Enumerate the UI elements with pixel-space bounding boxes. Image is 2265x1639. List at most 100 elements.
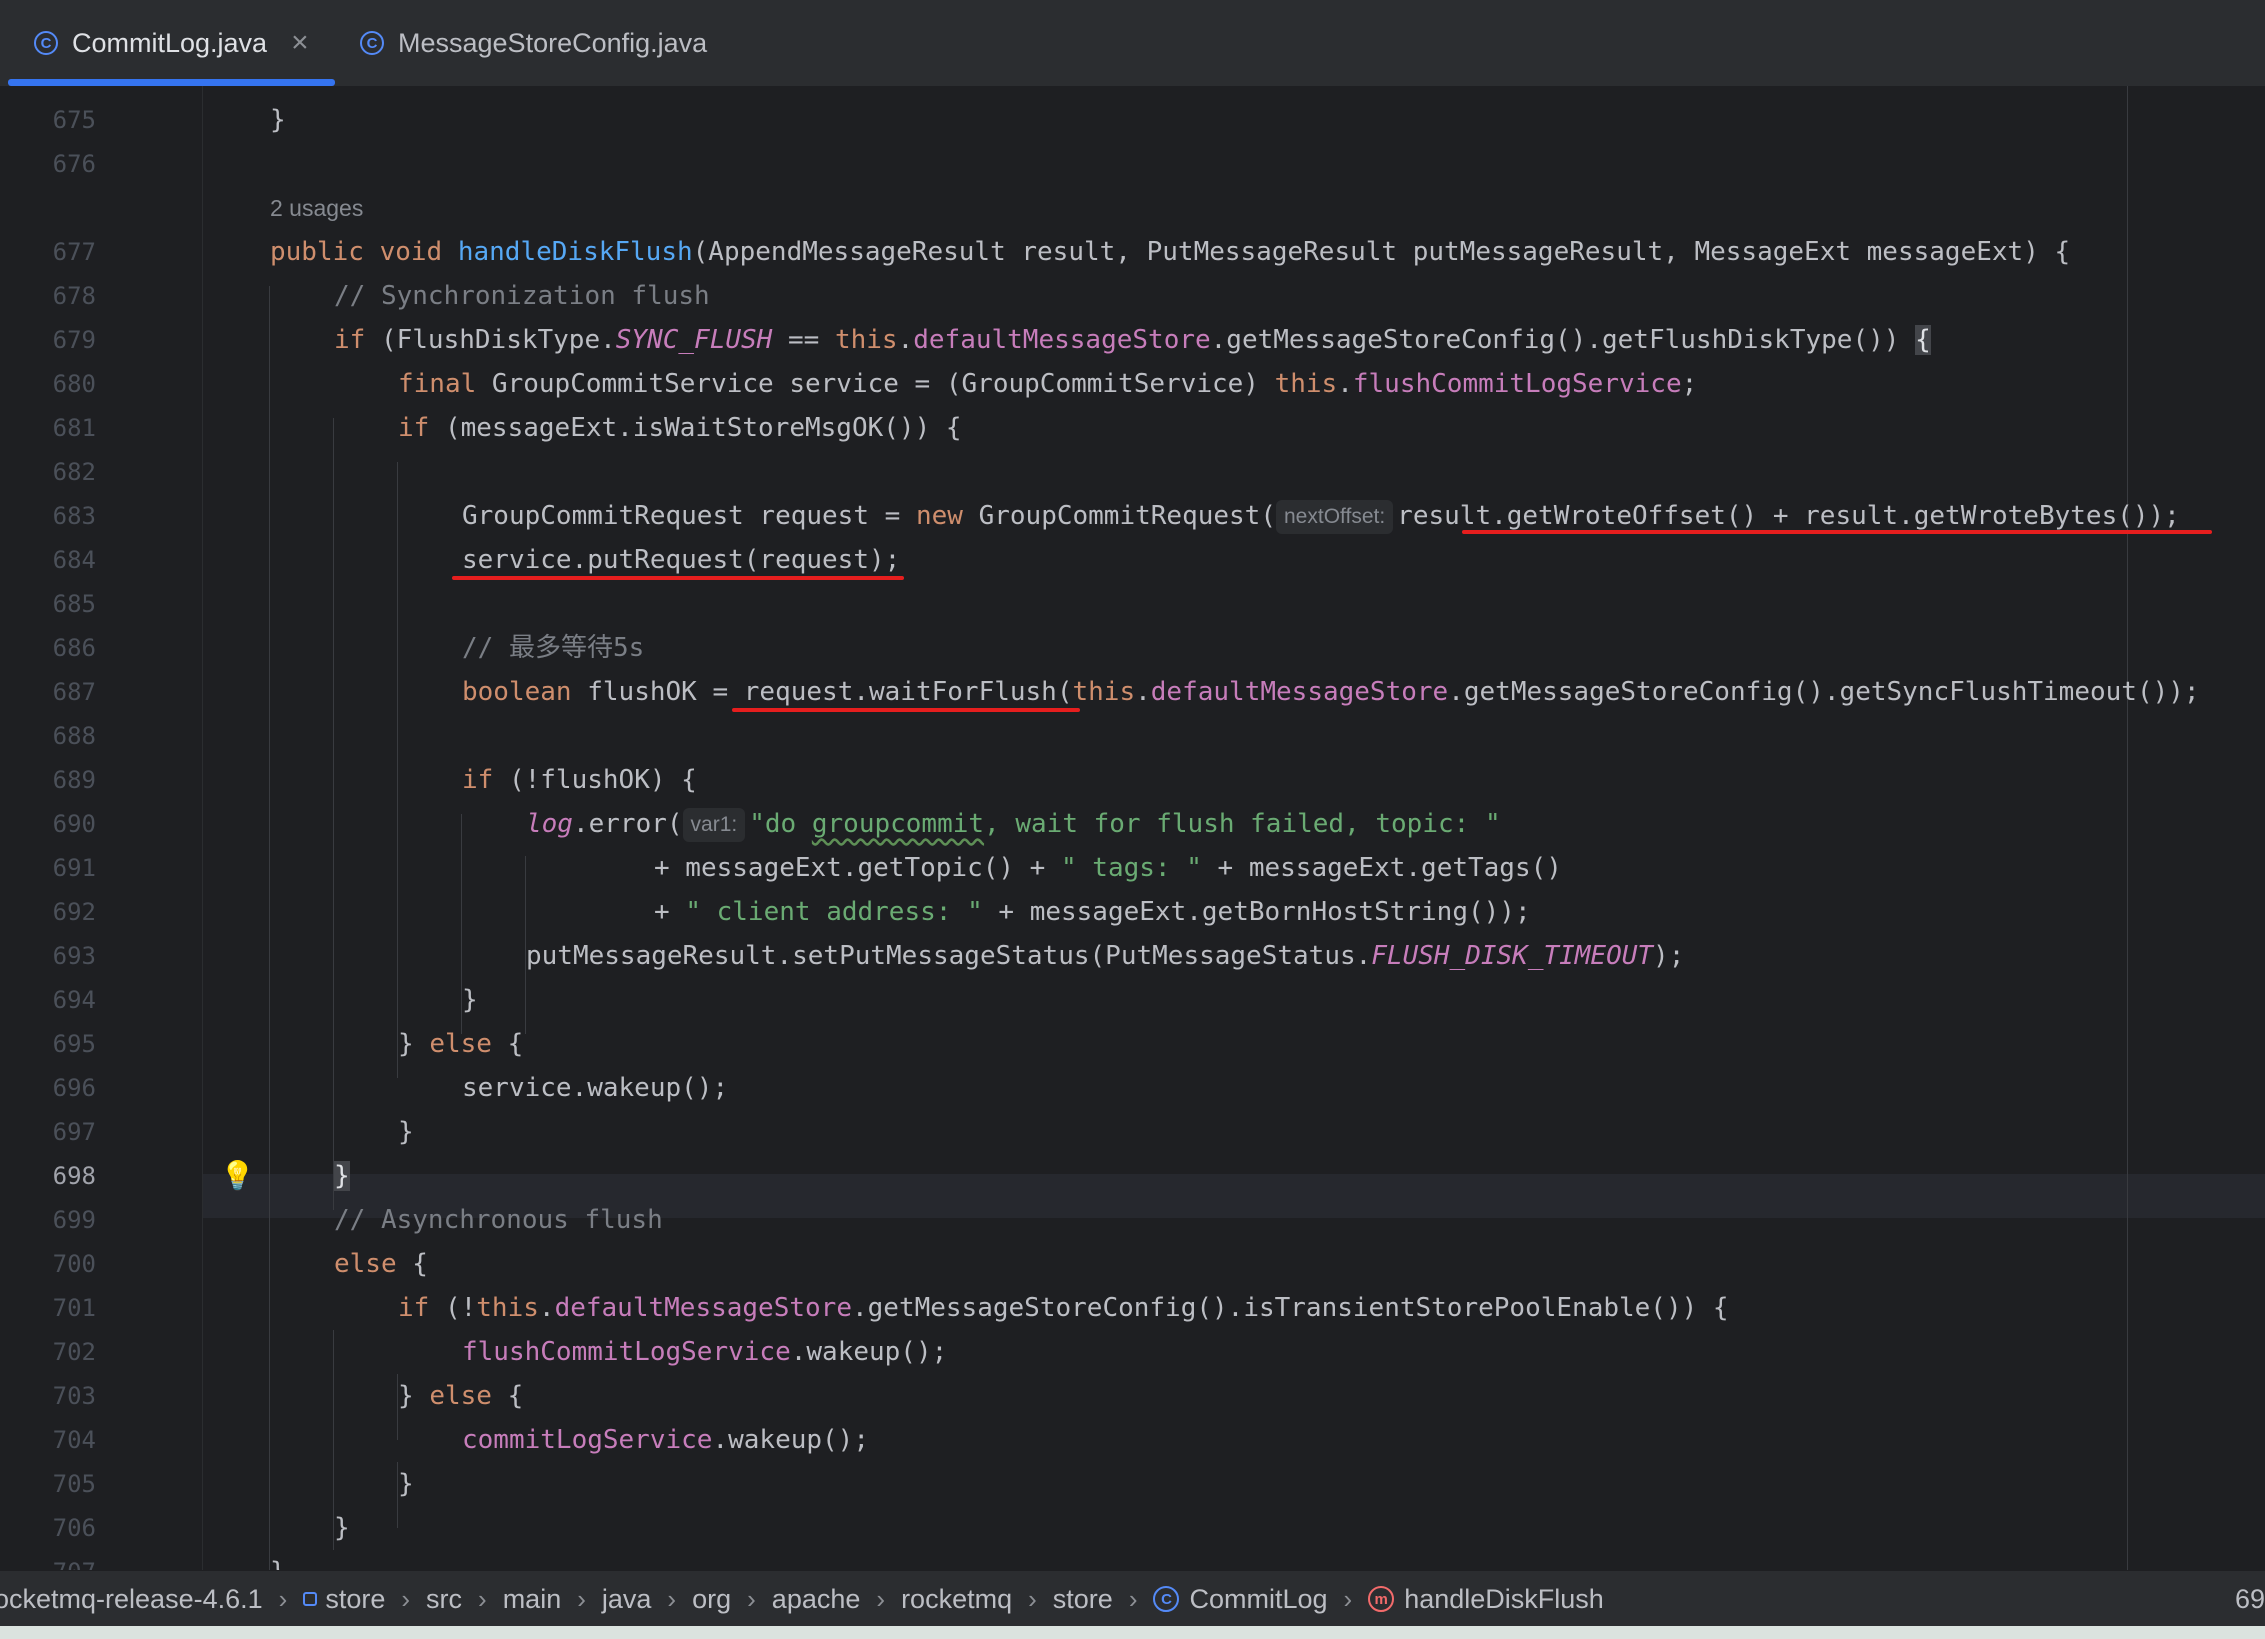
indent-guide xyxy=(397,462,398,1078)
chevron-right-icon: › xyxy=(278,1583,288,1614)
line-number: 694 xyxy=(52,986,96,1014)
line-number: 703 xyxy=(52,1382,96,1410)
chevron-right-icon: › xyxy=(478,1583,487,1614)
line-number: 678 xyxy=(52,282,96,310)
line-number: 687 xyxy=(52,678,96,706)
line-number: 681 xyxy=(52,414,96,442)
method-icon: m xyxy=(1368,1586,1395,1612)
code-line-689[interactable]: if (!flushOK) { xyxy=(462,758,697,802)
breadcrumb-org[interactable]: org xyxy=(692,1584,731,1615)
line-number: 690 xyxy=(52,810,96,838)
line-number-current: 698 xyxy=(52,1162,96,1190)
code-line-703[interactable]: } else { xyxy=(398,1374,523,1418)
line-number: 684 xyxy=(52,546,96,574)
line-number: 699 xyxy=(52,1206,96,1234)
code-line-687[interactable]: boolean flushOK = request.waitForFlush(t… xyxy=(462,670,2200,714)
line-number: 691 xyxy=(52,854,96,882)
breadcrumb-apache[interactable]: apache xyxy=(772,1584,861,1615)
indent-guide xyxy=(333,418,334,1210)
code-line-678[interactable]: // Synchronization flush xyxy=(334,274,710,318)
code-line-681[interactable]: if (messageExt.isWaitStoreMsgOK()) { xyxy=(398,406,962,450)
line-number: 679 xyxy=(52,326,96,354)
code-line-697[interactable]: } xyxy=(398,1110,414,1154)
line-number: 688 xyxy=(52,722,96,750)
code-line-679[interactable]: if (FlushDiskType.SYNC_FLUSH == this.def… xyxy=(334,318,1931,362)
code-line-686[interactable]: // 最多等待5s xyxy=(462,626,644,670)
breadcrumb-module-store[interactable]: store xyxy=(303,1584,385,1615)
parameter-hint: nextOffset: xyxy=(1276,500,1394,534)
line-number: 675 xyxy=(52,106,96,134)
class-icon: C xyxy=(1153,1586,1180,1612)
code-line-694[interactable]: } xyxy=(462,978,478,1022)
code-line-693[interactable]: putMessageResult.setPutMessageStatus(Put… xyxy=(526,934,1684,978)
line-number: 707 xyxy=(0,1550,96,1570)
line-number: 682 xyxy=(52,458,96,486)
code-line-705[interactable]: } xyxy=(398,1462,414,1506)
chevron-right-icon: › xyxy=(1028,1583,1037,1614)
breadcrumb-commitlog[interactable]: C CommitLog xyxy=(1153,1584,1328,1615)
caret-position[interactable]: 69 xyxy=(2235,1571,2265,1627)
line-number: 685 xyxy=(52,590,96,618)
code-line-691[interactable]: + messageExt.getTopic() + " tags: " + me… xyxy=(654,846,1562,890)
breadcrumb-src[interactable]: src xyxy=(426,1584,462,1615)
line-number: 702 xyxy=(52,1338,96,1366)
code-line-680[interactable]: final GroupCommitService service = (Grou… xyxy=(398,362,1697,406)
annotation-underline xyxy=(452,576,904,580)
line-number: 705 xyxy=(52,1470,96,1498)
breadcrumb-main[interactable]: main xyxy=(503,1584,562,1615)
breadcrumb-rocketmq[interactable]: rocketmq xyxy=(901,1584,1012,1615)
line-number: 693 xyxy=(52,942,96,970)
code-editor[interactable]: 675 676 677 678 679 680 681 682 683 684 … xyxy=(0,86,2265,1570)
class-icon: C xyxy=(360,31,384,55)
chevron-right-icon: › xyxy=(1343,1583,1353,1614)
code-line-675[interactable]: } xyxy=(270,98,286,142)
line-number: 704 xyxy=(52,1426,96,1454)
editor-tab-bar: C CommitLog.java × C MessageStoreConfig.… xyxy=(0,0,2265,88)
code-line-698[interactable]: } xyxy=(334,1154,350,1198)
tab-label: MessageStoreConfig.java xyxy=(398,27,708,58)
lightbulb-icon[interactable]: 💡 xyxy=(220,1158,255,1194)
line-number: 677 xyxy=(52,238,96,266)
code-line-690[interactable]: log.error(var1: "do groupcommit, wait for… xyxy=(526,802,1501,846)
line-number: 692 xyxy=(52,898,96,926)
line-number: 686 xyxy=(52,634,96,662)
code-line-696[interactable]: service.wakeup(); xyxy=(462,1066,728,1110)
breadcrumb-project[interactable]: ocketmq-release-4.6.1 xyxy=(0,1584,263,1615)
line-number: 701 xyxy=(52,1294,96,1322)
code-line-692[interactable]: + " client address: " + messageExt.getBo… xyxy=(654,890,1531,934)
annotation-underline xyxy=(732,708,1080,712)
code-line-704[interactable]: commitLogService.wakeup(); xyxy=(462,1418,869,1462)
line-number: 697 xyxy=(52,1118,96,1146)
close-icon[interactable]: × xyxy=(291,26,309,60)
parameter-hint: var1: xyxy=(682,808,746,842)
class-icon: C xyxy=(34,31,58,55)
line-number: 689 xyxy=(52,766,96,794)
matched-brace: } xyxy=(334,1161,350,1191)
usages-hint[interactable]: 2 usages xyxy=(270,186,363,230)
code-line-701[interactable]: if (!this.defaultMessageStore.getMessage… xyxy=(398,1286,1729,1330)
breadcrumb-java[interactable]: java xyxy=(602,1584,652,1615)
tab-messagestoreconfig-java[interactable]: C MessageStoreConfig.java xyxy=(360,0,707,86)
typo-underline: groupcommit xyxy=(811,809,985,839)
code-line-699[interactable]: // Asynchronous flush xyxy=(334,1198,663,1242)
line-number: 695 xyxy=(52,1030,96,1058)
annotation-underline xyxy=(1462,530,2212,534)
code-line-695[interactable]: } else { xyxy=(398,1022,523,1066)
code-line-707[interactable]: } xyxy=(270,1550,286,1570)
window-bottom-edge xyxy=(0,1626,2265,1639)
matched-brace: { xyxy=(1915,325,1931,355)
code-line-706[interactable]: } xyxy=(334,1506,350,1550)
chevron-right-icon: › xyxy=(747,1583,756,1614)
breadcrumb-store[interactable]: store xyxy=(1053,1584,1113,1615)
chevron-right-icon: › xyxy=(577,1583,586,1614)
code-line-702[interactable]: flushCommitLogService.wakeup(); xyxy=(462,1330,947,1374)
chevron-right-icon: › xyxy=(401,1583,411,1614)
line-number: 676 xyxy=(52,150,96,178)
breadcrumb-handlediskflush[interactable]: m handleDiskFlush xyxy=(1368,1584,1604,1615)
line-number: 683 xyxy=(52,502,96,530)
line-number: 696 xyxy=(52,1074,96,1102)
tab-commitlog-java[interactable]: C CommitLog.java × xyxy=(8,0,335,86)
indent-guide xyxy=(269,286,270,1570)
code-line-700[interactable]: else { xyxy=(334,1242,428,1286)
code-line-677[interactable]: public void handleDiskFlush(AppendMessag… xyxy=(270,230,2070,274)
